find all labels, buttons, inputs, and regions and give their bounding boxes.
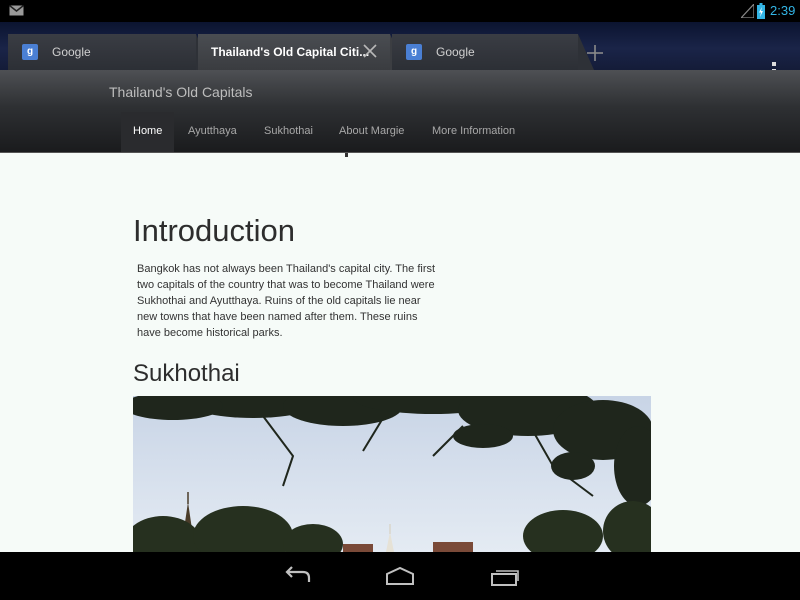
clock: 2:39 [770,3,796,18]
intro-heading: Introduction [133,213,295,248]
recent-apps-icon[interactable] [490,566,520,586]
site-title: Thailand's Old Capitals [109,84,253,100]
tab-google-2[interactable]: g Google [392,34,594,70]
google-favicon-icon: g [22,44,38,60]
tab-label: Google [436,45,475,59]
tab-label: Thailand's Old Capital Citi... [211,45,370,59]
close-icon[interactable] [362,43,378,59]
clipped-heading-fragment [345,153,348,157]
back-icon[interactable] [282,566,312,586]
nav-about-margie[interactable]: About Margie [327,112,416,152]
status-bar: 2:39 [0,0,800,22]
browser-tab-strip: g Google Thailand's Old Capital Citi... … [0,22,800,80]
nav-sukhothai[interactable]: Sukhothai [252,112,325,152]
tab-google-1[interactable]: g Google [8,34,212,70]
system-nav-bar [0,552,800,600]
nav-home[interactable]: Home [121,112,175,152]
page-content[interactable]: Introduction Bangkok has not always been… [0,153,800,552]
plus-icon[interactable] [578,34,612,70]
google-favicon-icon: g [406,44,422,60]
nav-more-information[interactable]: More Information [420,112,527,152]
gmail-icon [9,5,24,16]
site-header: Thailand's Old Capitals Home Ayutthaya S… [0,70,800,153]
battery-charging-icon [757,3,765,19]
home-icon[interactable] [385,566,415,586]
tab-thailand-capitals[interactable]: Thailand's Old Capital Citi... [198,34,406,70]
intro-paragraph: Bangkok has not always been Thailand's c… [137,263,436,339]
nav-ayutthaya[interactable]: Ayutthaya [176,112,249,152]
tab-label: Google [52,45,91,59]
signal-icon [741,4,754,18]
sukhothai-photo [133,396,651,552]
sukhothai-heading: Sukhothai [133,360,240,387]
